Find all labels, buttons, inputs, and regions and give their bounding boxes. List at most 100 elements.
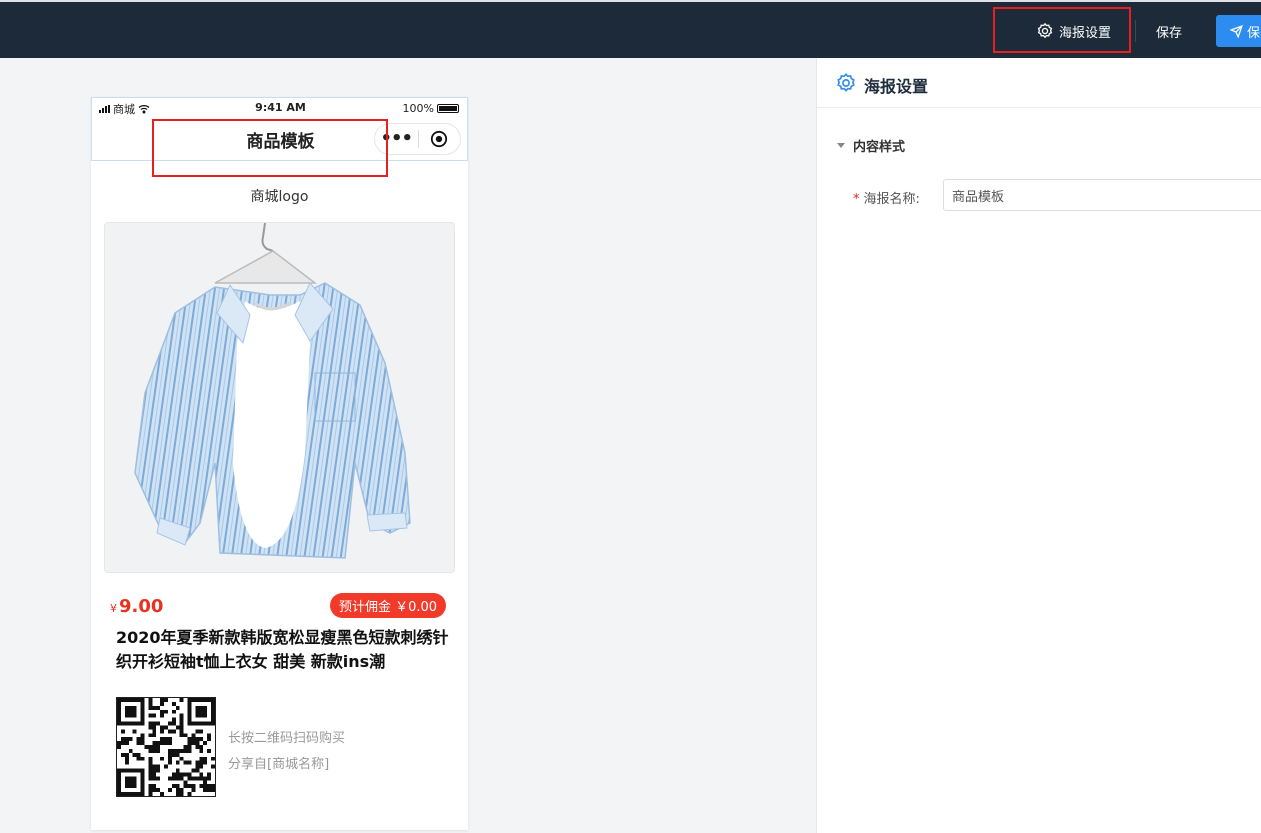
qr-module bbox=[140, 733, 145, 738]
qr-module bbox=[132, 713, 137, 718]
qr-module bbox=[160, 792, 165, 796]
qr-module bbox=[140, 741, 145, 746]
poster-name-input[interactable] bbox=[943, 179, 1261, 211]
qr-module bbox=[117, 701, 121, 706]
qr-module bbox=[187, 792, 192, 796]
section-label: 内容样式 bbox=[853, 140, 906, 155]
qr-module bbox=[124, 752, 129, 757]
qr-module bbox=[187, 741, 192, 746]
caret-down-icon bbox=[837, 143, 845, 148]
publish-button[interactable]: 保 bbox=[1216, 15, 1261, 47]
qr-module bbox=[132, 729, 137, 734]
qr-module bbox=[117, 784, 121, 789]
qr-module bbox=[175, 792, 180, 796]
qr-module bbox=[164, 725, 168, 730]
qr-module bbox=[171, 784, 176, 789]
qr-module bbox=[128, 780, 133, 785]
qr-module bbox=[148, 733, 153, 738]
qr-module bbox=[160, 737, 165, 742]
product-image bbox=[104, 222, 455, 573]
shop-logo-text: 商城logo bbox=[250, 189, 309, 205]
qr-module bbox=[164, 741, 168, 746]
qr-module bbox=[120, 792, 125, 796]
qr-module bbox=[152, 776, 157, 781]
qr-module bbox=[164, 737, 168, 742]
qr-module bbox=[171, 721, 176, 726]
qr-module bbox=[156, 788, 161, 793]
qr-module bbox=[187, 713, 192, 718]
qr-module bbox=[117, 709, 121, 714]
qr-module bbox=[199, 784, 204, 789]
qr-module bbox=[195, 741, 200, 746]
qr-module bbox=[156, 745, 161, 749]
qr-module bbox=[128, 721, 133, 726]
qr-module bbox=[148, 768, 153, 773]
qr-module bbox=[199, 756, 204, 761]
qr-module bbox=[140, 772, 145, 777]
qr-module bbox=[117, 698, 121, 702]
status-right: 100% bbox=[403, 102, 459, 115]
qr-module bbox=[117, 713, 121, 718]
qr-module bbox=[148, 760, 153, 765]
qr-module bbox=[191, 741, 196, 746]
qr-module bbox=[128, 705, 133, 710]
content-style-section-toggle[interactable]: 内容样式 bbox=[837, 136, 905, 155]
poster-settings-label: 海报设置 bbox=[1059, 25, 1112, 41]
qr-module bbox=[120, 768, 125, 773]
qr-module bbox=[152, 772, 157, 777]
qr-module bbox=[167, 760, 172, 765]
qr-module bbox=[203, 741, 208, 746]
qr-module bbox=[211, 717, 215, 722]
qr-module bbox=[203, 776, 208, 781]
qr-module bbox=[171, 701, 176, 706]
close-target-icon[interactable] bbox=[418, 130, 460, 148]
qr-module bbox=[179, 725, 184, 730]
qr-module bbox=[195, 768, 200, 773]
qr-module bbox=[179, 733, 184, 738]
qr-module bbox=[175, 776, 180, 781]
qr-module bbox=[207, 784, 212, 789]
save-button[interactable]: 保存 bbox=[1156, 22, 1182, 41]
qr-module bbox=[140, 701, 145, 706]
qr-module bbox=[167, 756, 172, 761]
qr-module bbox=[160, 729, 165, 734]
qr-module bbox=[152, 764, 157, 769]
qr-module bbox=[140, 756, 145, 761]
qr-module bbox=[179, 713, 184, 718]
qr-module bbox=[140, 788, 145, 793]
qr-module bbox=[148, 788, 153, 793]
poster-settings-button[interactable]: 海报设置 bbox=[1036, 20, 1111, 42]
qr-hint-text: 长按二维码扫码购买 bbox=[228, 731, 346, 746]
qr-module bbox=[211, 721, 215, 726]
qr-module bbox=[183, 772, 188, 777]
status-bar: 商城 9:41 AM 100% bbox=[91, 97, 468, 117]
qr-module bbox=[124, 721, 129, 726]
qr-module bbox=[183, 733, 188, 738]
qr-module bbox=[124, 792, 129, 796]
battery-icon bbox=[437, 104, 459, 113]
qr-module bbox=[187, 760, 192, 765]
more-dots-icon[interactable]: ••• bbox=[375, 130, 418, 148]
qr-module bbox=[128, 709, 133, 714]
qr-module bbox=[199, 709, 204, 714]
capsule-menu[interactable]: ••• bbox=[374, 123, 461, 155]
required-mark: * bbox=[853, 192, 860, 207]
qr-module bbox=[160, 713, 165, 718]
battery-percent: 100% bbox=[402, 102, 434, 115]
qr-module bbox=[128, 784, 133, 789]
share-from-text: 分享自[商城名称] bbox=[228, 757, 330, 772]
qr-module bbox=[175, 705, 180, 710]
qr-module bbox=[179, 792, 184, 796]
qr-module bbox=[117, 772, 121, 777]
qr-module bbox=[187, 721, 192, 726]
qr-module bbox=[191, 784, 196, 789]
qr-module bbox=[195, 705, 200, 710]
qr-module bbox=[148, 725, 153, 730]
qr-module bbox=[148, 772, 153, 777]
qr-module bbox=[152, 741, 157, 746]
qr-module bbox=[136, 792, 141, 796]
qr-module bbox=[203, 698, 208, 702]
qr-module bbox=[175, 725, 180, 730]
qr-module bbox=[187, 748, 192, 753]
gear-icon bbox=[837, 73, 855, 92]
